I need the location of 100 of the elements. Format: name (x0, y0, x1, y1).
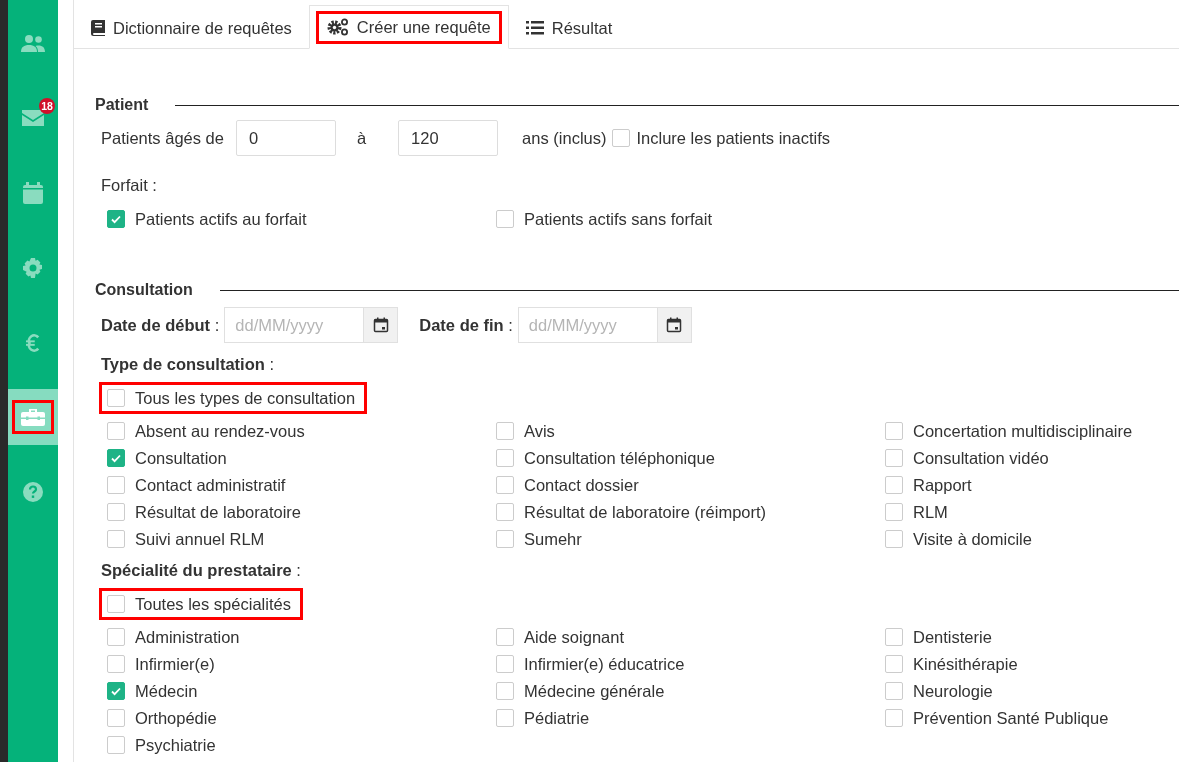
checkbox-label: Contact administratif (135, 475, 286, 495)
calendar-icon (372, 317, 389, 333)
tab[interactable]: Dictionnaire de requêtes (74, 8, 309, 49)
checkbox-label: Orthopédie (135, 708, 217, 728)
calendar-icon (23, 181, 43, 204)
checkbox-label: Rapport (913, 475, 972, 495)
checkbox-label: Suivi annuel RLM (135, 529, 265, 549)
checkbox-label: Inclure les patients inactifs (636, 128, 830, 148)
checkbox-label: Psychiatrie (135, 735, 216, 755)
checkbox-label: Administration (135, 627, 240, 647)
checkbox-label: Toutes les spécialités (135, 594, 291, 614)
section-title: Consultation (95, 281, 193, 299)
sidebar-item[interactable] (8, 389, 58, 445)
checkbox-label: Neurologie (913, 681, 993, 701)
checkbox[interactable] (107, 503, 125, 521)
forfait-label: Forfait : (101, 176, 158, 195)
calendar-button[interactable] (363, 307, 399, 343)
checkbox-label: Concertation multidisciplinaire (913, 421, 1133, 441)
checkbox[interactable] (885, 628, 903, 646)
checkbox[interactable] (885, 709, 903, 727)
checkbox-label: Résultat de laboratoire (réimport) (524, 502, 767, 522)
checkbox[interactable] (885, 503, 903, 521)
checkbox-label: Avis (524, 421, 555, 441)
checkbox-label: Aide soignant (524, 627, 624, 647)
checkbox[interactable] (612, 129, 631, 147)
checkbox[interactable] (107, 709, 125, 727)
checkbox-label: Tous les types de consultation (135, 388, 356, 408)
end-date-label: Date de fin : (419, 315, 513, 335)
checkbox[interactable] (107, 628, 125, 646)
checkbox[interactable] (496, 476, 514, 494)
checkbox[interactable] (107, 449, 125, 467)
age-label: Patients âgés de (101, 128, 224, 148)
checkbox-label: Consultation vidéo (913, 448, 1049, 468)
users-icon (21, 33, 45, 52)
toolbox-icon (21, 408, 45, 426)
tab[interactable]: Résultat (508, 8, 630, 49)
list-icon (525, 21, 544, 35)
checkbox[interactable] (496, 210, 514, 228)
checkbox-label: Médecine générale (524, 681, 665, 701)
checkmark-icon (110, 213, 122, 225)
checkbox[interactable] (496, 449, 514, 467)
checkbox-label: Patients actifs au forfait (135, 209, 307, 229)
checkbox[interactable] (885, 530, 903, 548)
checkbox[interactable] (885, 449, 903, 467)
checkmark-icon (110, 685, 122, 697)
checkbox-label: Contact dossier (524, 475, 639, 495)
end-date-field[interactable]: dd/MM/yyyy (517, 307, 657, 343)
checkbox-label: Infirmier(e) (135, 654, 215, 674)
checkbox[interactable] (496, 682, 514, 700)
section-title: Patient (95, 96, 149, 114)
checkbox[interactable] (496, 503, 514, 521)
checkbox[interactable] (496, 530, 514, 548)
checkbox[interactable] (107, 210, 125, 228)
age-suffix: ans (inclus) (522, 128, 607, 148)
checkbox[interactable] (107, 595, 125, 613)
checkbox[interactable] (885, 476, 903, 494)
checkmark-icon (110, 452, 122, 464)
checkbox-label: Visite à domicile (913, 529, 1032, 549)
checkbox[interactable] (496, 655, 514, 673)
checkbox-label: RLM (913, 502, 948, 522)
checkbox[interactable] (107, 655, 125, 673)
calendar-icon (666, 317, 683, 333)
checkbox[interactable] (496, 422, 514, 440)
checkbox-label: Sumehr (524, 529, 582, 549)
checkbox[interactable] (107, 476, 125, 494)
start-date-label: Date de début : (101, 315, 220, 335)
checkbox-label: Résultat de laboratoire (135, 502, 301, 522)
gears-icon (326, 18, 349, 36)
checkbox[interactable] (885, 422, 903, 440)
checkbox-label: Pédiatrie (524, 708, 590, 728)
checkbox-label: Infirmier(e) éducatrice (524, 654, 685, 674)
tab[interactable]: Créer une requête (308, 5, 509, 49)
checkbox-label: Dentisterie (913, 627, 992, 647)
checkbox-label: Patients actifs sans forfait (524, 209, 712, 229)
checkbox-label: Consultation (135, 448, 227, 468)
start-date-field[interactable]: dd/MM/yyyy (224, 307, 364, 343)
help-icon (23, 481, 43, 502)
group-label: Spécialité du prestataire : (101, 561, 302, 580)
sidebar-item[interactable]: 18 (8, 80, 58, 155)
checkbox[interactable] (107, 736, 125, 754)
checkbox[interactable] (107, 530, 125, 548)
group-label: Type de consultation : (101, 355, 275, 374)
checkbox[interactable] (107, 682, 125, 700)
checkbox[interactable] (885, 682, 903, 700)
age-to-field[interactable]: 120 (398, 120, 499, 156)
calendar-button[interactable] (656, 307, 692, 343)
checkbox[interactable] (107, 422, 125, 440)
book-icon (91, 20, 105, 36)
checkbox[interactable] (885, 655, 903, 673)
checkbox-label: Absent au rendez-vous (135, 421, 305, 441)
notification-badge: 18 (39, 97, 55, 114)
checkbox[interactable] (107, 389, 125, 407)
checkbox[interactable] (496, 628, 514, 646)
age-separator: à (356, 128, 367, 148)
checkbox[interactable] (496, 709, 514, 727)
checkbox-label: Médecin (135, 681, 198, 701)
checkbox-label: Kinésithérapie (913, 654, 1018, 674)
euro-icon (26, 333, 40, 352)
checkbox-label: Consultation téléphonique (524, 448, 715, 468)
age-from-field[interactable]: 0 (235, 120, 336, 156)
